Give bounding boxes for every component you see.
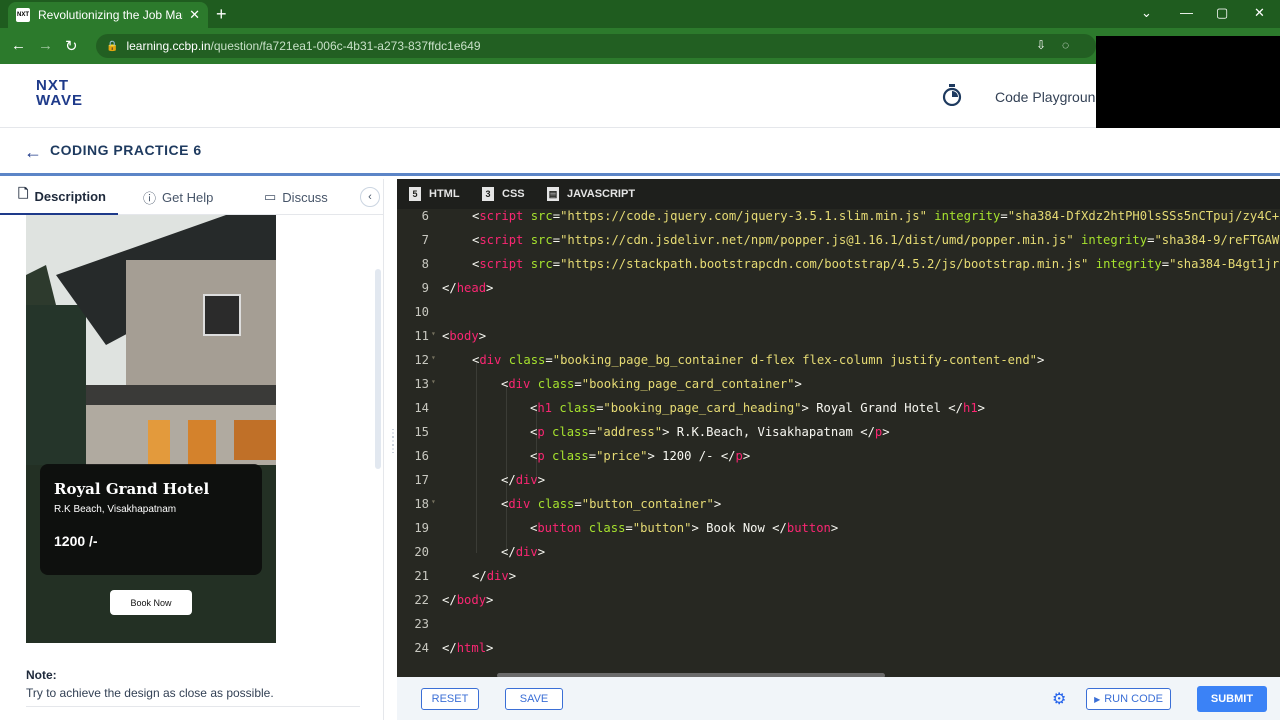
- code-line: 7 <script src="https://cdn.jsdelivr.net/n…: [421, 233, 1280, 247]
- note-text: Try to achieve the design as close as po…: [26, 686, 274, 700]
- tab-search-icon[interactable]: ⌄: [1141, 5, 1152, 21]
- code-line: 18 ▾ <div class="button_container">: [414, 497, 722, 511]
- tab-javascript-label: JAVASCRIPT: [567, 188, 636, 200]
- code-line: 15 <p class="address"> R.K.Beach, Visakha…: [414, 425, 890, 439]
- tab-html-label: HTML: [429, 188, 460, 200]
- card-heading: Royal Grand Hotel: [54, 480, 210, 498]
- editor-action-bar: RESET SAVE ⚙ ▶ RUN CODE SUBMIT: [397, 677, 1280, 720]
- practice-header: ← CODING PRACTICE 6: [0, 128, 1280, 176]
- code-line: 14 <h1 class="booking_page_card_heading">…: [414, 401, 986, 415]
- preview-book-now-button: Book Now: [110, 590, 192, 615]
- code-editor: 5 HTML 3 CSS ▤ JAVASCRIPT 6 <script src="…: [397, 179, 1280, 678]
- code-line: 23: [414, 617, 429, 631]
- new-tab-button[interactable]: +: [216, 4, 227, 24]
- browser-tab[interactable]: NXT Revolutionizing the Job Market | ✕: [8, 2, 208, 28]
- run-code-label: RUN CODE: [1104, 693, 1163, 705]
- browser-tab-bar: NXT Revolutionizing the Job Market | ✕ +…: [0, 0, 1280, 28]
- left-tab-bar: 🗋 Description ⓘ Get Help ▭ Discuss ‹: [0, 179, 384, 215]
- hotel-house-illustration: [26, 215, 276, 643]
- save-button[interactable]: SAVE: [505, 688, 563, 710]
- back-arrow-icon[interactable]: ←: [24, 142, 42, 163]
- code-line: 20 </div>: [414, 545, 546, 559]
- install-icon[interactable]: ⇩: [1036, 38, 1046, 52]
- collapse-panel-button[interactable]: ‹: [360, 187, 380, 207]
- tab-get-help[interactable]: ⓘ Get Help: [143, 179, 213, 215]
- tab-javascript[interactable]: ▤ JAVASCRIPT: [547, 179, 635, 209]
- window-close-icon[interactable]: ✕: [1254, 5, 1265, 21]
- submit-button[interactable]: SUBMIT: [1197, 686, 1267, 712]
- eye-off-icon[interactable]: ◌: [1062, 38, 1069, 52]
- card-price: 1200 /-: [54, 533, 98, 549]
- html5-icon: 5: [409, 187, 421, 201]
- logo-line-2: WAVE: [36, 92, 84, 109]
- code-line: 13 ▾ <div class="booking_page_card_contain…: [414, 377, 802, 391]
- play-icon: ▶: [1094, 694, 1101, 704]
- code-line: 12 ▾ <div class="booking_page_bg_container…: [414, 353, 1045, 367]
- panel-scrollbar[interactable]: [375, 269, 381, 469]
- js-file-icon: ▤: [547, 187, 559, 201]
- tab-close-icon[interactable]: ✕: [189, 7, 200, 23]
- resize-handle[interactable]: ⋮ ⋮ ⋮: [388, 429, 398, 462]
- forward-icon[interactable]: →: [38, 37, 53, 54]
- site-favicon-icon: NXT: [16, 8, 30, 22]
- video-overlay: [1096, 36, 1280, 138]
- chat-icon: ▭: [264, 189, 277, 204]
- note-label: Note:: [26, 668, 57, 682]
- code-line: 22 </body>: [414, 593, 494, 607]
- gear-icon[interactable]: ⚙: [1052, 689, 1066, 709]
- code-line: 19 <button class="button"> Book Now </but…: [414, 521, 839, 535]
- url-field[interactable]: 🔒 learning.ccbp.in/question/fa721ea1-006…: [96, 34, 1096, 58]
- code-line: 21 </div>: [414, 569, 517, 583]
- tab-get-help-label: Get Help: [162, 189, 214, 205]
- back-icon[interactable]: ←: [11, 37, 26, 54]
- code-line: 17 </div>: [414, 473, 546, 487]
- code-line: 6 <script src="https://code.jquery.com/jq…: [421, 209, 1280, 223]
- run-code-button[interactable]: ▶ RUN CODE: [1086, 688, 1171, 710]
- code-line: 9 </head>: [421, 281, 494, 295]
- tab-description-label: Description: [34, 188, 106, 204]
- code-area[interactable]: 6 <script src="https://code.jquery.com/jq…: [397, 209, 1280, 673]
- tab-title: Revolutionizing the Job Market |: [38, 8, 183, 22]
- divider: [26, 706, 360, 707]
- reload-icon[interactable]: ↻: [65, 37, 78, 55]
- tab-html[interactable]: 5 HTML: [409, 179, 460, 209]
- expected-output-image: Royal Grand Hotel R.K Beach, Visakhapatn…: [26, 215, 276, 643]
- tab-description[interactable]: 🗋 Description: [0, 179, 118, 215]
- logo-line-1: NXT: [36, 77, 69, 94]
- description-panel: 🗋 Description ⓘ Get Help ▭ Discuss ‹ Roy…: [0, 179, 384, 720]
- tab-css[interactable]: 3 CSS: [482, 179, 525, 209]
- tab-css-label: CSS: [502, 188, 525, 200]
- document-icon: 🗋: [18, 186, 29, 201]
- code-line: 24 </html>: [414, 641, 494, 655]
- stopwatch-icon[interactable]: [942, 84, 962, 106]
- code-line: 16 <p class="price"> 1200 /- </p>: [414, 449, 751, 463]
- code-line: 8 <script src="https://stackpath.bootstra…: [421, 257, 1280, 271]
- tab-discuss[interactable]: ▭ Discuss: [264, 179, 328, 215]
- url-host: learning.ccbp.in: [126, 39, 211, 53]
- booking-card: Royal Grand Hotel R.K Beach, Visakhapatn…: [40, 464, 262, 575]
- code-playground-link[interactable]: Code Playground: [995, 89, 1103, 105]
- code-line: 11 ▾ <body>: [414, 329, 487, 343]
- reset-button[interactable]: RESET: [421, 688, 479, 710]
- maximize-icon[interactable]: ▢: [1216, 5, 1228, 21]
- tab-discuss-label: Discuss: [282, 189, 328, 205]
- address-bar-row: ← → ↻ 🔒 learning.ccbp.in/question/fa721e…: [0, 28, 1280, 64]
- page-title: CODING PRACTICE 6: [50, 142, 202, 158]
- editor-tab-bar: 5 HTML 3 CSS ▤ JAVASCRIPT: [397, 179, 1280, 209]
- minimize-icon[interactable]: —: [1180, 5, 1193, 20]
- help-icon: ⓘ: [143, 190, 157, 206]
- card-address: R.K Beach, Visakhapatnam: [54, 504, 177, 515]
- url-path: /question/fa721ea1-006c-4b31-a273-837ffd…: [210, 39, 481, 53]
- nxtwave-logo[interactable]: NXT WAVE: [36, 78, 83, 108]
- app-header: NXT WAVE Code Playground: [0, 64, 1280, 128]
- lock-icon: 🔒: [106, 40, 119, 52]
- code-line: 10: [414, 305, 429, 319]
- css3-icon: 3: [482, 187, 494, 201]
